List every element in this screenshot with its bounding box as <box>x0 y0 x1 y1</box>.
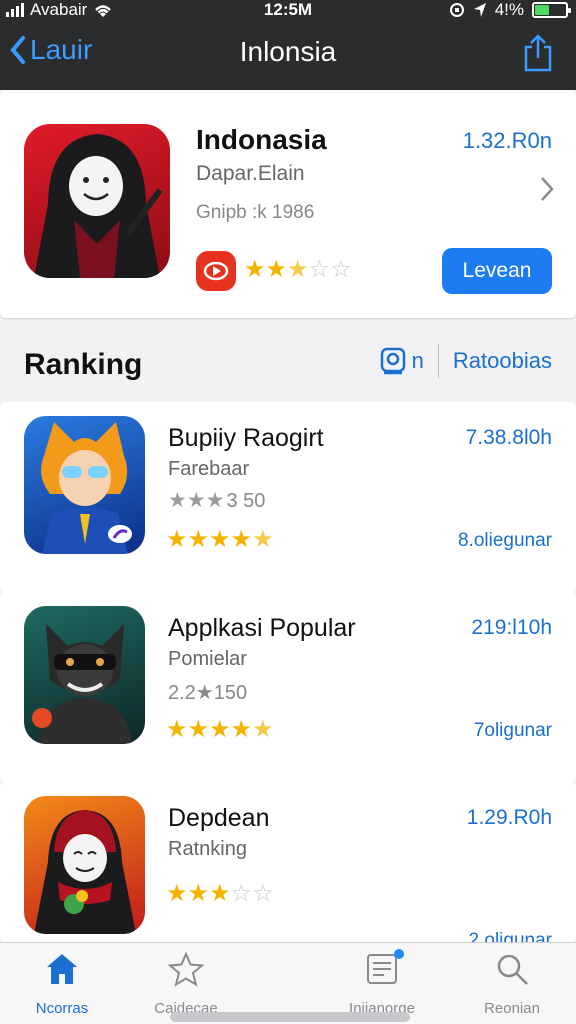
app-subtitle: Farebaar <box>168 458 250 480</box>
rating-star: ★ <box>187 716 210 743</box>
divider <box>437 344 439 378</box>
featured-app-developer: Dapar.Elain <box>196 162 305 185</box>
rating-star: ★ <box>230 716 253 743</box>
tab-label: Reonian <box>484 1000 540 1017</box>
tab-updates[interactable]: Iniianorge <box>322 949 442 1017</box>
featured-app-icon <box>24 124 170 278</box>
app-name: Depdean <box>168 804 270 832</box>
filter-icon <box>380 347 405 375</box>
app-meta-value: 3 50 <box>226 490 266 512</box>
rating-star: ★ <box>166 716 188 743</box>
section-title: Ranking <box>24 348 143 381</box>
app-icon <box>24 796 145 934</box>
share-icon <box>524 34 552 72</box>
app-meta: ★★★ 3 50 <box>168 490 265 513</box>
rating-star: ☆ <box>230 880 253 907</box>
status-bar: Avabair 12:5M 4!% <box>0 0 576 20</box>
rating-star: ★ <box>265 256 288 283</box>
featured-app-rank: Gnipb :k 1986 <box>196 202 315 223</box>
app-price: 219:l10h <box>471 616 552 639</box>
tab-label: Ncorras <box>35 1000 89 1017</box>
chevron-right-icon[interactable] <box>540 176 554 210</box>
featured-rating-stars: ★★★☆☆ <box>244 258 352 282</box>
app-rating-stars: ★★★★★ <box>166 718 274 742</box>
rating-star: ★ <box>166 880 188 907</box>
location-icon <box>473 3 486 17</box>
rotation-lock-icon <box>449 3 464 17</box>
rating-star: ★ <box>209 526 231 553</box>
battery-percent: 4!% <box>494 0 524 19</box>
app-icon <box>24 416 145 554</box>
list-item[interactable]: Bupiiy Raogirt Farebaar ★★★ 3 50 ★★★★★ 7… <box>0 402 576 592</box>
battery-icon <box>532 2 571 18</box>
list-item[interactable]: Depdean Ratnking ★★★☆☆ 1.29.R0h 2.oligun… <box>0 782 576 951</box>
home-indicator <box>170 1012 410 1022</box>
rating-star: ★ <box>244 256 266 283</box>
get-button[interactable]: Levean <box>442 248 552 294</box>
tab-featured[interactable]: Caidecae <box>126 951 246 1017</box>
tab-search[interactable]: Reonian <box>452 951 572 1017</box>
app-subtitle: Pomielar <box>168 648 247 670</box>
featured-app-name: Indonasia <box>196 124 327 155</box>
app-price: 1.29.R0h <box>466 806 552 829</box>
filter-button[interactable]: n <box>380 347 424 375</box>
top-bar: Avabair 12:5M 4!% Lauir Inlonsia <box>0 0 576 90</box>
tab-home[interactable]: Ncorras <box>2 951 122 1017</box>
section-controls: n Ratoobias <box>380 344 552 378</box>
app-meta-value: 2.2★150 <box>168 682 248 704</box>
rating-star: ★ <box>252 716 274 743</box>
navigation-bar: Lauir Inlonsia <box>0 28 576 80</box>
rating-star: ☆ <box>330 256 352 283</box>
filter-label: n <box>411 348 424 373</box>
app-rating-stars: ★★★☆☆ <box>166 882 274 906</box>
video-badge-icon <box>196 251 236 291</box>
search-icon <box>497 954 528 985</box>
list-item[interactable]: Applkasi Popular Pomielar 2.2★150 ★★★★★ … <box>0 592 576 782</box>
rating-star: ★ <box>209 716 231 743</box>
meta-star: ★ <box>168 489 187 512</box>
rating-star: ★ <box>252 526 274 553</box>
rating-star: ☆ <box>252 880 274 907</box>
home-icon <box>47 954 77 984</box>
app-name: Applkasi Popular <box>168 614 356 642</box>
star-icon <box>167 951 205 987</box>
app-rating-stars: ★★★★★ <box>166 528 274 552</box>
meta-star: ★ <box>205 489 225 512</box>
app-icon <box>24 606 145 744</box>
rating-star: ★ <box>166 526 188 553</box>
rating-star: ★ <box>287 256 309 283</box>
meta-stars: ★★★ <box>168 490 224 513</box>
rating-star: ★ <box>230 526 253 553</box>
share-button[interactable] <box>522 34 554 77</box>
meta-star: ★ <box>186 489 206 512</box>
app-meta: 2.2★150 <box>168 680 247 705</box>
app-subtitle: Ratnking <box>168 838 247 860</box>
see-all-link[interactable]: Ratoobias <box>453 348 552 374</box>
app-category[interactable]: 8.oliegunar <box>458 530 552 552</box>
rating-star: ★ <box>187 880 210 907</box>
featured-app-card[interactable]: Indonasia Dapar.Elain Gnipb :k 1986 1.32… <box>0 90 576 318</box>
page-title: Inlonsia <box>239 36 337 67</box>
notification-dot <box>394 949 404 959</box>
app-name: Bupiiy Raogirt <box>168 424 324 452</box>
rating-star: ★ <box>209 880 231 907</box>
rating-star: ☆ <box>308 256 331 283</box>
app-category[interactable]: 7oligunar <box>474 720 552 742</box>
app-price: 7.38.8l0h <box>465 426 552 449</box>
rating-star: ★ <box>187 526 210 553</box>
featured-app-price: 1.32.R0n <box>462 128 552 153</box>
